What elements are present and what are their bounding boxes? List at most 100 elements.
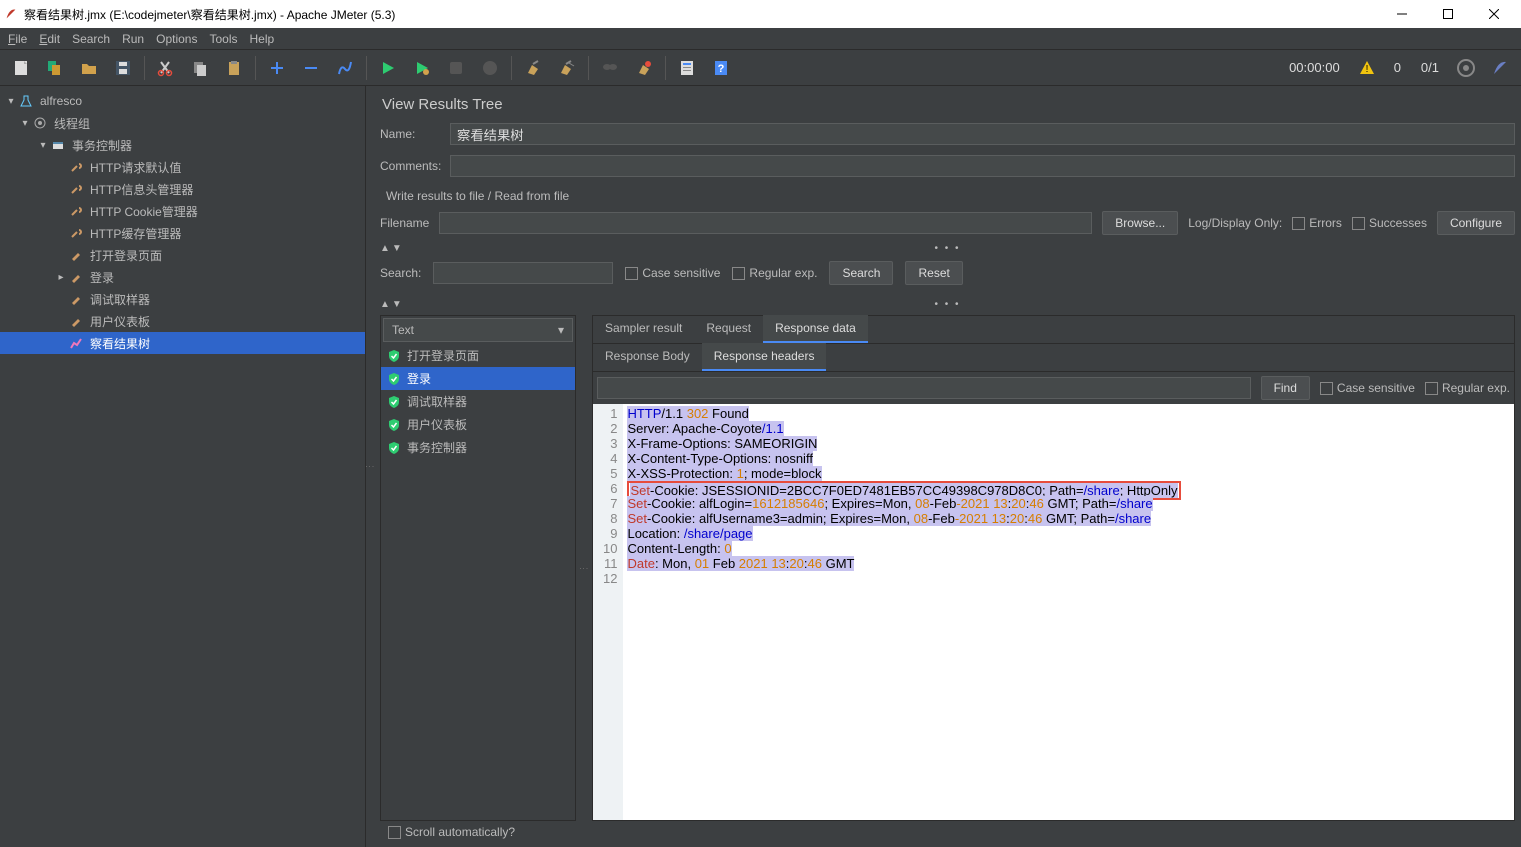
chevron-down-icon: ▾ [558, 323, 564, 337]
tree-node-cache-manager[interactable]: HTTP缓存管理器 [0, 222, 365, 244]
case-sensitive-checkbox[interactable]: Case sensitive [625, 266, 720, 280]
filename-input[interactable] [439, 212, 1092, 234]
tree-node-dashboard[interactable]: 用户仪表板 [0, 310, 365, 332]
maximize-button[interactable] [1425, 0, 1471, 28]
reset-search-button[interactable] [630, 54, 658, 82]
collapse-button[interactable] [297, 54, 325, 82]
listener-panel: View Results Tree Name: Comments: Write … [374, 86, 1521, 847]
menubar: File Edit Search Run Options Tools Help [0, 28, 1521, 50]
find-button[interactable]: Find [1261, 376, 1310, 400]
tab-request[interactable]: Request [694, 315, 763, 343]
clear-all-button[interactable] [553, 54, 581, 82]
tree-toggle[interactable]: ▸ [56, 272, 66, 283]
menu-run[interactable]: Run [116, 30, 150, 48]
search-tree-button[interactable] [596, 54, 624, 82]
tree-node-testplan[interactable]: ▾ alfresco [0, 90, 365, 112]
grip-icon[interactable]: • • • [934, 299, 960, 310]
find-case-checkbox[interactable]: Case sensitive [1320, 381, 1415, 395]
tree-node-cookie-manager[interactable]: HTTP Cookie管理器 [0, 200, 365, 222]
sampler-item[interactable]: 事务控制器 [381, 436, 575, 459]
expand-button[interactable] [263, 54, 291, 82]
find-input[interactable] [597, 377, 1251, 399]
menu-options[interactable]: Options [150, 30, 203, 48]
tree-node-threadgroup[interactable]: ▾ 线程组 [0, 112, 365, 134]
warn-count: 0 [1384, 60, 1411, 75]
menu-file[interactable]: File [2, 30, 33, 48]
tree-label: HTTP信息头管理器 [90, 181, 193, 198]
tree-node-login[interactable]: ▸ 登录 [0, 266, 365, 288]
tree-node-controller[interactable]: ▾ 事务控制器 [0, 134, 365, 156]
tab-sampler-result[interactable]: Sampler result [593, 315, 694, 343]
toggle-button[interactable] [331, 54, 359, 82]
tree-toggle[interactable]: ▾ [6, 96, 16, 107]
help-button[interactable]: ? [707, 54, 735, 82]
grip-icon[interactable]: • • • [934, 243, 960, 254]
start-no-pause-button[interactable] [408, 54, 436, 82]
sampler-list[interactable]: 打开登录页面登录调试取样器用户仪表板事务控制器 [381, 344, 575, 820]
splitter[interactable]: ⋮ [366, 86, 374, 847]
tree-node-open-login[interactable]: 打开登录页面 [0, 244, 365, 266]
response-subtabs: Response BodyResponse headers [593, 344, 1514, 372]
tree-node-results-tree[interactable]: 察看结果树 [0, 332, 365, 354]
start-button[interactable] [374, 54, 402, 82]
function-helper-button[interactable] [673, 54, 701, 82]
close-button[interactable] [1471, 0, 1517, 28]
copy-button[interactable] [186, 54, 214, 82]
successes-checkbox[interactable]: Successes [1352, 216, 1427, 230]
new-button[interactable] [7, 54, 35, 82]
splitter[interactable]: ⋮ [580, 315, 588, 821]
minimize-button[interactable] [1379, 0, 1425, 28]
tab-response-body[interactable]: Response Body [593, 343, 702, 371]
menu-tools[interactable]: Tools [203, 30, 243, 48]
thread-ratio: 0/1 [1411, 60, 1449, 75]
save-button[interactable] [109, 54, 137, 82]
tree-node-debug-sampler[interactable]: 调试取样器 [0, 288, 365, 310]
find-regex-checkbox[interactable]: Regular exp. [1425, 381, 1510, 395]
templates-button[interactable] [41, 54, 69, 82]
menu-search[interactable]: Search [66, 30, 116, 48]
tree-label: 用户仪表板 [90, 313, 150, 330]
search-button[interactable]: Search [829, 261, 893, 285]
tree-toggle[interactable]: ▾ [38, 140, 48, 151]
threads-icon[interactable] [1452, 54, 1480, 82]
tree-label: 调试取样器 [90, 291, 150, 308]
browse-button[interactable]: Browse... [1102, 211, 1178, 235]
tab-response-data[interactable]: Response data [763, 315, 868, 343]
tree-node-header-manager[interactable]: HTTP信息头管理器 [0, 178, 365, 200]
renderer-combo[interactable]: Text ▾ [383, 318, 573, 342]
menu-help[interactable]: Help [243, 30, 280, 48]
sampler-item[interactable]: 调试取样器 [381, 390, 575, 413]
comments-input[interactable] [450, 155, 1515, 177]
controller-icon [50, 137, 66, 153]
tab-response-headers[interactable]: Response headers [702, 343, 827, 371]
collapser-icon[interactable]: ▲▼ [380, 243, 404, 254]
reset-button[interactable]: Reset [905, 261, 962, 285]
open-button[interactable] [75, 54, 103, 82]
tree-node-http-defaults[interactable]: HTTP请求默认值 [0, 156, 365, 178]
sampler-item[interactable]: 登录 [381, 367, 575, 390]
sampler-item[interactable]: 打开登录页面 [381, 344, 575, 367]
pipette-icon [68, 269, 84, 285]
regex-checkbox[interactable]: Regular exp. [732, 266, 817, 280]
configure-button[interactable]: Configure [1437, 211, 1515, 235]
menu-edit[interactable]: Edit [33, 30, 66, 48]
paste-button[interactable] [220, 54, 248, 82]
logdisplay-label: Log/Display Only: [1188, 216, 1282, 230]
name-input[interactable] [450, 123, 1515, 145]
cut-button[interactable] [152, 54, 180, 82]
collapser-icon[interactable]: ▲▼ [380, 299, 404, 310]
errors-checkbox[interactable]: Errors [1292, 216, 1342, 230]
sampler-item[interactable]: 用户仪表板 [381, 413, 575, 436]
svg-text:?: ? [718, 63, 725, 75]
warning-icon[interactable]: ! [1353, 54, 1381, 82]
scroll-auto-checkbox[interactable]: Scroll automatically? [388, 825, 515, 839]
elapsed-time: 00:00:00 [1279, 60, 1350, 75]
wrench-icon [68, 225, 84, 241]
test-plan-tree[interactable]: ▾ alfresco ▾ 线程组 ▾ 事务控制器 HTTP请求默认值 [0, 86, 366, 847]
clear-button[interactable] [519, 54, 547, 82]
shutdown-button[interactable] [476, 54, 504, 82]
tree-toggle[interactable]: ▾ [20, 118, 30, 129]
response-text-area[interactable]: 123456789101112 HTTP/1.1 302 FoundServer… [593, 404, 1514, 820]
search-input[interactable] [433, 262, 613, 284]
stop-button[interactable] [442, 54, 470, 82]
